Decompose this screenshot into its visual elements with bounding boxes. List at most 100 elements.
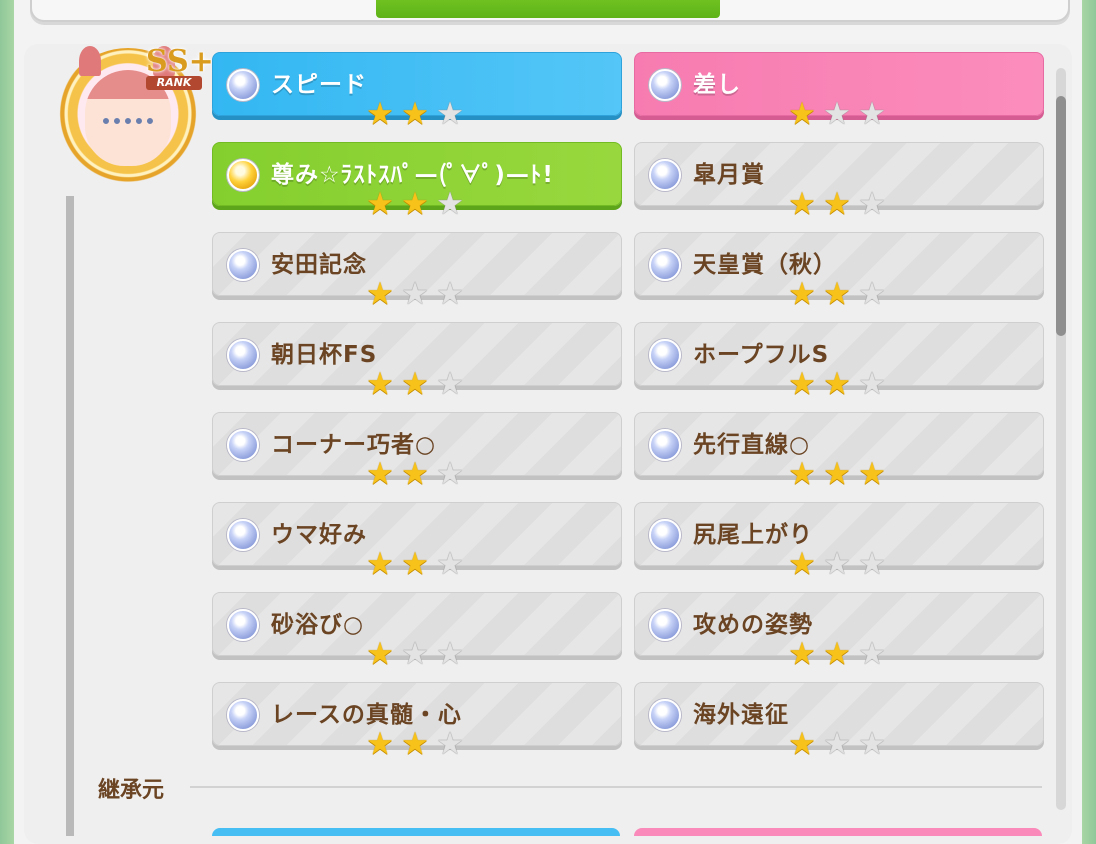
- tab-bar: [30, 0, 1070, 22]
- skill-card[interactable]: 安田記念 ★ ★ ★: [212, 232, 622, 311]
- skill-name: 先行直線○: [693, 432, 811, 458]
- skill-card[interactable]: コーナー巧者○ ★ ★ ★: [212, 412, 622, 491]
- blue-orb-icon: [227, 609, 259, 641]
- section-title-inherit-source: 継承元: [98, 778, 165, 803]
- skill-card[interactable]: 尊み☆ﾗｽﾄｽﾊﾟ—(ﾟ∀ﾟ)—ﾄ! ★ ★ ★: [212, 142, 622, 221]
- tab-right[interactable]: [720, 0, 1064, 18]
- blue-orb-icon: [649, 699, 681, 731]
- star-empty-icon: ★: [436, 726, 464, 762]
- star-filled-icon: ★: [401, 726, 429, 762]
- skill-name: 砂浴び○: [271, 612, 365, 638]
- skill-card[interactable]: 差し ★ ★ ★: [634, 52, 1044, 131]
- star-empty-icon: ★: [401, 276, 429, 312]
- star-rating: ★ ★ ★: [785, 637, 893, 673]
- star-filled-icon: ★: [366, 546, 394, 582]
- star-filled-icon: ★: [401, 96, 429, 132]
- star-filled-icon: ★: [401, 366, 429, 402]
- star-rating: ★ ★ ★: [363, 97, 471, 133]
- skill-card[interactable]: 砂浴び○ ★ ★ ★: [212, 592, 622, 671]
- blue-orb-icon: [649, 249, 681, 281]
- star-rating: ★ ★ ★: [363, 547, 471, 583]
- star-empty-icon: ★: [823, 726, 851, 762]
- skill-name: 皐月賞: [693, 162, 765, 188]
- star-empty-icon: ★: [436, 456, 464, 492]
- star-rating: ★ ★ ★: [363, 637, 471, 673]
- skill-name: スピード: [271, 72, 367, 98]
- star-filled-icon: ★: [401, 546, 429, 582]
- star-empty-icon: ★: [436, 366, 464, 402]
- tab-left[interactable]: [32, 0, 376, 18]
- blue-orb-icon: [649, 519, 681, 551]
- blue-orb-icon: [227, 249, 259, 281]
- star-empty-icon: ★: [858, 96, 886, 132]
- star-filled-icon: ★: [788, 726, 816, 762]
- star-empty-icon: ★: [436, 96, 464, 132]
- rank-label: RANK: [146, 76, 202, 90]
- skill-name: レースの真髄・心: [271, 702, 462, 728]
- skill-name: 海外遠征: [693, 702, 789, 728]
- star-filled-icon: ★: [823, 456, 851, 492]
- scrollbar-thumb[interactable]: [1056, 96, 1066, 336]
- star-rating: ★ ★ ★: [785, 727, 893, 763]
- tree-connector-line: [66, 196, 74, 836]
- section-divider: [190, 786, 1042, 788]
- star-filled-icon: ★: [788, 186, 816, 222]
- star-filled-icon: ★: [823, 186, 851, 222]
- skill-card[interactable]: 海外遠征 ★ ★ ★: [634, 682, 1044, 761]
- next-card-peek: [634, 828, 1042, 836]
- skill-name: 安田記念: [271, 252, 367, 278]
- star-filled-icon: ★: [788, 456, 816, 492]
- star-empty-icon: ★: [436, 186, 464, 222]
- skill-card[interactable]: 尻尾上がり ★ ★ ★: [634, 502, 1044, 581]
- skill-name: 差し: [693, 72, 741, 98]
- star-filled-icon: ★: [788, 636, 816, 672]
- star-filled-icon: ★: [823, 636, 851, 672]
- blue-orb-icon: [649, 429, 681, 461]
- skill-card[interactable]: 攻めの姿勢 ★ ★ ★: [634, 592, 1044, 671]
- star-filled-icon: ★: [823, 276, 851, 312]
- skill-card[interactable]: 皐月賞 ★ ★ ★: [634, 142, 1044, 221]
- skill-card[interactable]: スピード ★ ★ ★: [212, 52, 622, 131]
- star-empty-icon: ★: [436, 276, 464, 312]
- blue-orb-icon: [649, 339, 681, 371]
- star-rating: ★ ★ ★: [363, 367, 471, 403]
- skill-card[interactable]: ウマ好み ★ ★ ★: [212, 502, 622, 581]
- star-filled-icon: ★: [401, 186, 429, 222]
- skill-card[interactable]: 朝日杯FS ★ ★ ★: [212, 322, 622, 401]
- star-filled-icon: ★: [788, 276, 816, 312]
- star-empty-icon: ★: [823, 546, 851, 582]
- star-empty-icon: ★: [401, 636, 429, 672]
- blue-orb-icon: [227, 519, 259, 551]
- star-filled-icon: ★: [858, 456, 886, 492]
- star-empty-icon: ★: [436, 636, 464, 672]
- star-rating: ★ ★ ★: [785, 457, 893, 493]
- star-empty-icon: ★: [858, 366, 886, 402]
- star-rating: ★ ★ ★: [785, 187, 893, 223]
- star-rating: ★ ★ ★: [785, 367, 893, 403]
- star-empty-icon: ★: [858, 186, 886, 222]
- tab-active[interactable]: [376, 0, 720, 18]
- star-filled-icon: ★: [366, 636, 394, 672]
- star-filled-icon: ★: [366, 726, 394, 762]
- star-empty-icon: ★: [858, 276, 886, 312]
- blue-orb-icon: [649, 609, 681, 641]
- skill-name: 尻尾上がり: [693, 522, 813, 548]
- star-filled-icon: ★: [788, 366, 816, 402]
- skill-name: 尊み☆ﾗｽﾄｽﾊﾟ—(ﾟ∀ﾟ)—ﾄ!: [271, 162, 554, 188]
- skill-card[interactable]: 先行直線○ ★ ★ ★: [634, 412, 1044, 491]
- star-filled-icon: ★: [366, 366, 394, 402]
- blue-orb-icon: [227, 429, 259, 461]
- skill-card[interactable]: レースの真髄・心 ★ ★ ★: [212, 682, 622, 761]
- star-filled-icon: ★: [366, 276, 394, 312]
- star-empty-icon: ★: [436, 546, 464, 582]
- star-filled-icon: ★: [366, 96, 394, 132]
- skill-card[interactable]: 天皇賞（秋） ★ ★ ★: [634, 232, 1044, 311]
- star-filled-icon: ★: [366, 456, 394, 492]
- skill-card[interactable]: ホープフルS ★ ★ ★: [634, 322, 1044, 401]
- skill-name: ウマ好み: [271, 522, 367, 548]
- skill-name: 天皇賞（秋）: [693, 252, 837, 278]
- blue-orb-icon: [649, 69, 681, 101]
- star-rating: ★ ★ ★: [363, 187, 471, 223]
- star-rating: ★ ★ ★: [363, 727, 471, 763]
- star-rating: ★ ★ ★: [785, 547, 893, 583]
